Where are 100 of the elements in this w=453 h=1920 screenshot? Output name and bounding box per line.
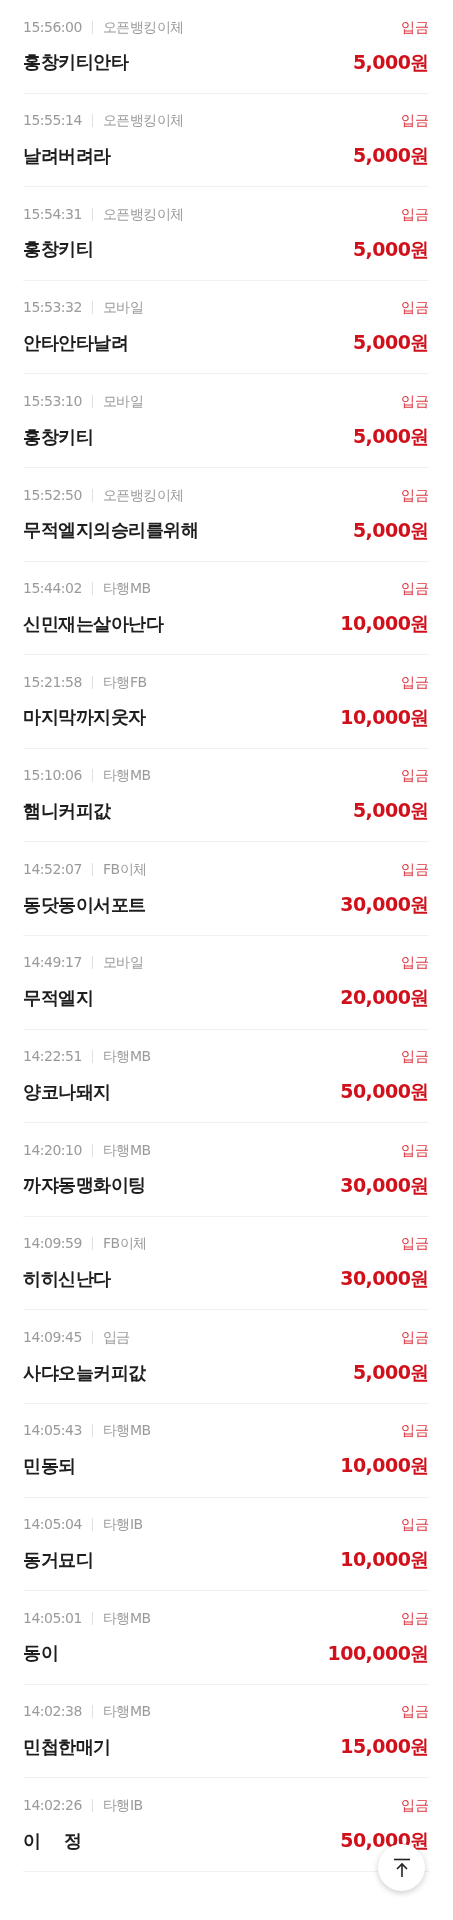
amount: 10,000원	[340, 1453, 429, 1479]
amount: 5,000원	[352, 49, 429, 75]
depositor-name: 사댜오늘커피값	[23, 1360, 146, 1385]
transaction-time: 15:21:58	[23, 672, 82, 692]
transaction-type: 입금	[401, 1327, 429, 1347]
depositor-name: 양코나돼지	[23, 1079, 111, 1104]
transaction-type: 입금	[401, 391, 429, 411]
depositor-name: 무적엘지의승리를위해	[23, 518, 198, 543]
depositor-name: 히히신난다	[23, 1267, 111, 1291]
transaction-type: 입금	[401, 485, 429, 505]
transaction-type: 입금	[401, 859, 429, 879]
depositor-name: 안타안타날려	[23, 331, 128, 356]
amount: 5,000원	[352, 236, 429, 262]
transaction-time: 14:05:04	[23, 1515, 82, 1535]
amount: 10,000원	[340, 704, 429, 730]
transaction-method: 모바일	[102, 298, 144, 318]
amount: 30,000원	[340, 1172, 429, 1198]
amount: 5,000원	[352, 798, 429, 824]
transaction-method: FB이체	[102, 1234, 147, 1254]
transaction-method: 타행MB	[102, 1047, 151, 1067]
transaction-time: 14:49:17	[23, 953, 82, 973]
transaction-time: 15:44:02	[23, 579, 82, 599]
depositor-name: 무적엘지	[23, 986, 93, 1011]
transaction-method: 타행MB	[102, 579, 151, 599]
transaction-type: 입금	[401, 953, 429, 973]
transaction-method: 타행MB	[102, 1608, 151, 1628]
transaction-time: 15:53:10	[23, 391, 82, 411]
transaction-type: 입금	[401, 1702, 429, 1722]
transaction-time: 14:02:26	[23, 1795, 82, 1815]
transaction-time: 14:22:51	[23, 1047, 82, 1067]
transaction-method: 모바일	[102, 391, 144, 411]
amount: 5,000원	[352, 517, 429, 543]
transaction-type: 입금	[401, 1608, 429, 1628]
depositor-name: 민첩한매기	[23, 1735, 111, 1759]
amount: 30,000원	[340, 1266, 429, 1292]
amount: 50,000원	[340, 1827, 429, 1853]
transaction-type: 입금	[401, 672, 429, 692]
transaction-type: 입금	[401, 111, 429, 131]
transaction-type: 입금	[401, 1795, 429, 1815]
transaction-time: 14:52:07	[23, 859, 82, 879]
transaction-method: 오픈뱅킹이체	[102, 485, 184, 505]
amount: 5,000원	[352, 423, 429, 449]
depositor-name: 까쟈동맹화이팅	[23, 1173, 146, 1198]
transaction-type: 입금	[401, 1421, 429, 1441]
amount: 30,000원	[340, 891, 429, 917]
transaction-time: 15:56:00	[23, 17, 82, 37]
transaction-time: 14:05:43	[23, 1421, 82, 1441]
amount: 10,000원	[340, 611, 429, 637]
depositor-name: 햄니커피값	[23, 799, 111, 824]
depositor-name: 홍창키티	[23, 424, 93, 449]
transaction-time: 14:05:01	[23, 1608, 82, 1628]
amount: 10,000원	[340, 1547, 429, 1573]
transaction-method: 오픈뱅킹이체	[102, 204, 184, 224]
transaction-method: 타행MB	[102, 1140, 151, 1160]
amount: 5,000원	[352, 330, 429, 356]
transaction-method: 오픈뱅킹이체	[102, 17, 184, 37]
amount: 50,000원	[340, 1079, 429, 1105]
transaction-type: 입금	[401, 1515, 429, 1535]
transaction-time: 15:54:31	[23, 204, 82, 224]
depositor-name: 홍창키티안타	[23, 50, 128, 75]
depositor-name: 민동되	[23, 1454, 76, 1479]
transaction-type: 입금	[401, 1234, 429, 1254]
transaction-type: 입금	[401, 204, 429, 224]
amount: 100,000원	[327, 1640, 429, 1666]
depositor-name: 동거묘디	[23, 1547, 93, 1572]
transaction-method: 타행MB	[102, 1421, 151, 1441]
transaction-time: 14:09:59	[23, 1234, 82, 1254]
transaction-method: 입금	[102, 1327, 130, 1347]
amount: 15,000원	[340, 1734, 429, 1760]
amount: 20,000원	[340, 985, 429, 1011]
transaction-type: 입금	[401, 766, 429, 786]
transaction-method: 타행IB	[102, 1515, 143, 1535]
transaction-time: 15:52:50	[23, 485, 82, 505]
transaction-type: 입금	[401, 579, 429, 599]
transaction-type: 입금	[401, 17, 429, 37]
transaction-time: 15:53:32	[23, 298, 82, 318]
transaction-method: 타행IB	[102, 1795, 143, 1815]
transaction-method: FB이체	[102, 859, 147, 879]
depositor-name: 동닷동이서포트	[23, 892, 146, 917]
depositor-name: 동이	[23, 1641, 58, 1666]
transaction-method: 타행MB	[102, 1702, 151, 1722]
transaction-time: 14:09:45	[23, 1327, 82, 1347]
transaction-time: 14:02:38	[23, 1702, 82, 1722]
amount: 5,000원	[352, 1359, 429, 1385]
transaction-time: 14:20:10	[23, 1140, 82, 1160]
depositor-name: 홍창키티	[23, 237, 93, 262]
transaction-time: 15:55:14	[23, 111, 82, 131]
transaction-time: 15:10:06	[23, 766, 82, 786]
transaction-type: 입금	[401, 1140, 429, 1160]
transaction-type: 입금	[401, 298, 429, 318]
transaction-type: 입금	[401, 1047, 429, 1067]
depositor-name: 날려버려라	[23, 143, 111, 168]
transaction-method: 타행FB	[102, 672, 147, 692]
depositor-name: 이 정	[23, 1828, 82, 1853]
transaction-method: 모바일	[102, 953, 144, 973]
transaction-method: 타행MB	[102, 766, 151, 786]
depositor-name: 신민재는살아난다	[23, 611, 163, 636]
amount: 5,000원	[352, 143, 429, 169]
transaction-method: 오픈뱅킹이체	[102, 111, 184, 131]
depositor-name: 마지막까지웃자	[23, 705, 146, 730]
